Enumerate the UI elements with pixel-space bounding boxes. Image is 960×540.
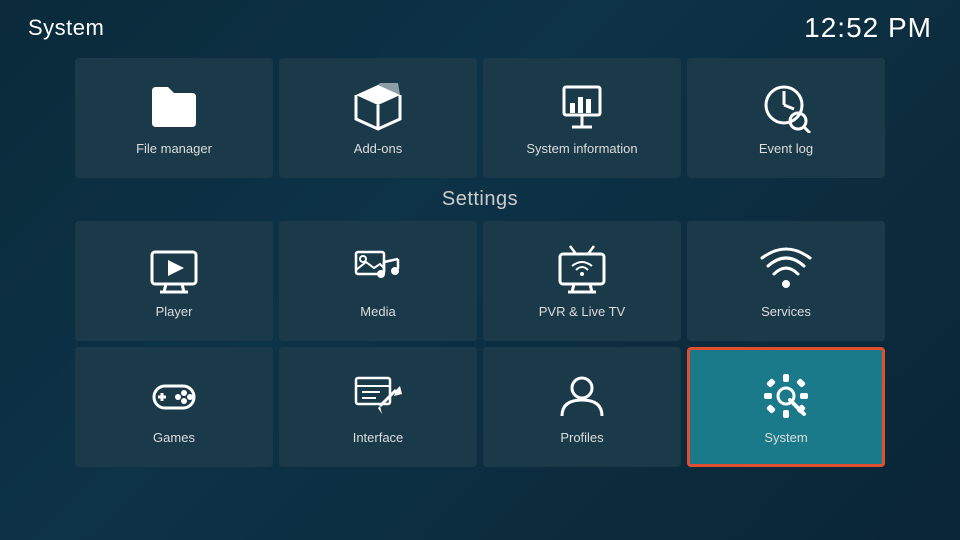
tile-label-games: Games (153, 430, 195, 445)
settings-row-2: Games Interface Profiles (28, 347, 932, 467)
tile-label-player: Player (156, 304, 193, 319)
tile-system-information[interactable]: System information (483, 58, 681, 178)
tile-label-system-information: System information (526, 141, 637, 156)
tile-label-file-manager: File manager (136, 141, 212, 156)
section-header: Settings (0, 182, 960, 217)
box-icon (352, 81, 404, 133)
tile-label-system: System (764, 430, 807, 445)
app-title: System (28, 15, 104, 41)
tile-label-profiles: Profiles (560, 430, 603, 445)
tile-games[interactable]: Games (75, 347, 273, 467)
clock-search-icon (760, 81, 812, 133)
tile-label-pvr-live-tv: PVR & Live TV (539, 304, 625, 319)
folder-icon (148, 81, 200, 133)
tile-label-interface: Interface (353, 430, 404, 445)
interface-icon (352, 370, 404, 422)
profile-icon (556, 370, 608, 422)
tile-profiles[interactable]: Profiles (483, 347, 681, 467)
tile-media[interactable]: Media (279, 221, 477, 341)
tile-services[interactable]: Services (687, 221, 885, 341)
tile-label-event-log: Event log (759, 141, 813, 156)
tile-add-ons[interactable]: Add-ons (279, 58, 477, 178)
clock: 12:52 PM (804, 12, 932, 44)
tile-system[interactable]: System (687, 347, 885, 467)
tile-label-services: Services (761, 304, 811, 319)
play-screen-icon (148, 244, 200, 296)
tile-file-manager[interactable]: File manager (75, 58, 273, 178)
tile-interface[interactable]: Interface (279, 347, 477, 467)
tv-icon (556, 244, 608, 296)
wifi-icon (760, 244, 812, 296)
top-grid: File manager Add-ons System information (0, 52, 960, 182)
settings-row-1: Player Media (28, 221, 932, 341)
tile-event-log[interactable]: Event log (687, 58, 885, 178)
gear-icon (760, 370, 812, 422)
presentation-icon (556, 81, 608, 133)
tile-player[interactable]: Player (75, 221, 273, 341)
tile-pvr-live-tv[interactable]: PVR & Live TV (483, 221, 681, 341)
gamepad-icon (148, 370, 200, 422)
tile-label-add-ons: Add-ons (354, 141, 402, 156)
media-icon (352, 244, 404, 296)
settings-grid: Player Media (0, 217, 960, 467)
tile-label-media: Media (360, 304, 395, 319)
